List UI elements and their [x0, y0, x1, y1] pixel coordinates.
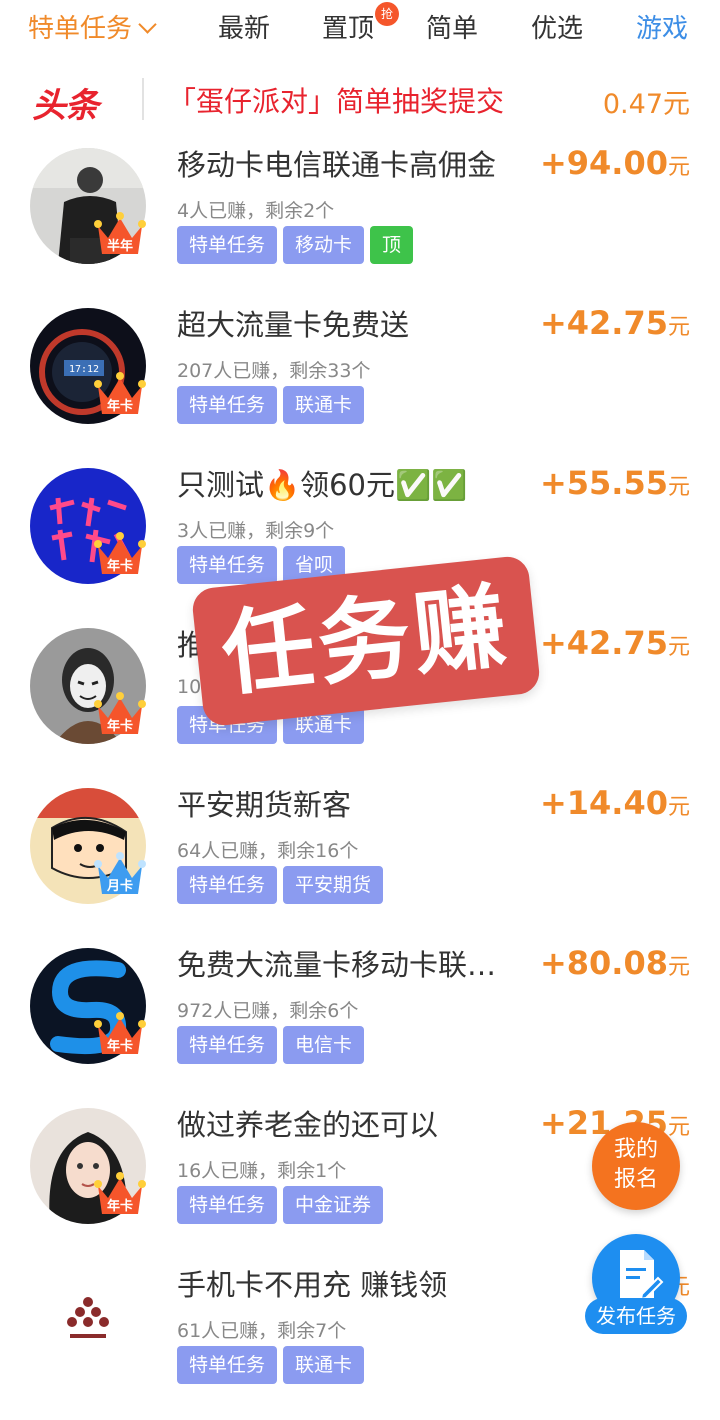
tab-simple[interactable]: 简单	[426, 8, 478, 45]
vip-crown-icon: 年卡	[94, 1012, 146, 1054]
top-tag: 顶	[370, 226, 414, 264]
reward-amount: +55.55	[539, 464, 668, 502]
task-meta: 10	[177, 676, 202, 698]
reward-unit: 元	[667, 635, 690, 660]
reward-amount: +42.75	[539, 624, 668, 662]
tag: 特单任务	[177, 1026, 278, 1064]
reward-unit: 元	[667, 955, 690, 980]
vip-badge-text: 年卡	[107, 718, 133, 734]
chevron-down-icon	[138, 15, 157, 34]
headline-banner[interactable]: 头条 「蛋仔派对」简单抽奖提交 0.47元	[0, 70, 720, 130]
vip-crown-icon: 月卡	[94, 852, 146, 894]
my-signups-button[interactable]: 我的 报名	[592, 1122, 680, 1210]
task-meta: 61人已赚，剩余7个	[177, 1320, 347, 1342]
task-title: 免费大流量卡移动卡联…	[177, 948, 497, 982]
reward-amount: +42.75	[539, 304, 668, 342]
my-signups-label-2: 报名	[613, 1167, 658, 1192]
task-reward: +80.08元	[540, 944, 690, 982]
task-reward: +42.75元	[540, 304, 690, 342]
reward-unit: 元	[667, 315, 690, 340]
tag-list: 特单任务 联通卡	[177, 1346, 370, 1384]
tab-games[interactable]: 游戏	[636, 8, 688, 45]
vip-crown-icon: 年卡	[94, 532, 146, 574]
tag: 特单任务	[177, 1186, 278, 1224]
headline-text: 「蛋仔派对」简单抽奖提交	[168, 85, 505, 118]
vip-badge-text: 年卡	[107, 1038, 133, 1054]
reward-unit: 元	[667, 155, 690, 180]
task-meta: 64人已赚，剩余16个	[177, 840, 359, 862]
task-reward: +94.00元	[540, 144, 690, 182]
vip-badge-text: 半年	[107, 238, 133, 254]
reward-unit: 元	[667, 795, 690, 820]
my-signups-label-1: 我的	[613, 1137, 658, 1162]
avatar	[30, 1268, 146, 1384]
publish-task-label[interactable]: 发布任务	[585, 1298, 687, 1334]
task-item[interactable]: 月卡 平安期货新客 64人已赚，剩余16个 特单任务 平安期货 +14.40元	[0, 780, 720, 940]
task-meta: 972人已赚，剩余6个	[177, 1000, 359, 1022]
tag: 特单任务	[177, 546, 278, 584]
tab-latest[interactable]: 最新	[218, 8, 270, 45]
pinned-badge: 抢	[375, 2, 399, 26]
tag: 中金证券	[283, 1186, 384, 1224]
tag: 移动卡	[283, 226, 365, 264]
task-title: 做过养老金的还可以	[177, 1108, 439, 1142]
divider	[142, 78, 144, 120]
task-title: 手机卡不用充 赚钱领	[177, 1268, 448, 1302]
tag: 特单任务	[177, 866, 278, 904]
tab-selected[interactable]: 优选	[531, 8, 583, 45]
vip-crown-icon: 半年	[94, 212, 146, 254]
task-item[interactable]: 半年 移动卡电信联通卡高佣金 4人已赚，剩余2个 特单任务 移动卡顶 +94.00…	[0, 140, 720, 300]
vip-badge-text: 年卡	[107, 398, 133, 414]
tag: 特单任务	[177, 226, 278, 264]
headline-price: 0.47元	[602, 89, 690, 120]
tag-list: 特单任务 中金证券	[177, 1186, 389, 1224]
reward-amount: +80.08	[539, 944, 668, 982]
reward-unit: 元	[667, 475, 690, 500]
task-item[interactable]: 17:12 年卡 超大流量卡免费送 207人已赚，剩余33个 特单任务 联通卡 +…	[0, 300, 720, 460]
category-tabs: 特单任务 最新 置顶 抢 简单 优选 游戏	[0, 0, 720, 56]
tag: 联通卡	[283, 386, 365, 424]
headline-logo: 头条	[32, 86, 99, 126]
tag-list: 特单任务 平安期货	[177, 866, 389, 904]
tab-label: 特单任务	[28, 14, 133, 44]
task-title: 只测试🔥领60元✅✅	[177, 468, 468, 502]
reward-amount: +14.40	[539, 784, 668, 822]
tab-special-tasks[interactable]: 特单任务	[28, 8, 157, 45]
task-reward: +14.40元	[540, 784, 690, 822]
reward-amount: +94.00	[539, 144, 668, 182]
vip-crown-icon: 年卡	[94, 692, 146, 734]
tag-list: 特单任务 移动卡顶	[177, 226, 419, 264]
tab-pinned[interactable]: 置顶	[322, 8, 374, 45]
task-meta: 16人已赚，剩余1个	[177, 1160, 347, 1182]
tag: 平安期货	[283, 866, 384, 904]
tag: 特单任务	[177, 386, 278, 424]
task-meta: 3人已赚，剩余9个	[177, 520, 335, 542]
tag: 联通卡	[283, 1346, 365, 1384]
vip-badge-text: 年卡	[107, 558, 133, 574]
task-meta: 207人已赚，剩余33个	[177, 360, 371, 382]
vip-badge-text: 月卡	[106, 878, 133, 894]
tag-list: 特单任务 电信卡	[177, 1026, 370, 1064]
task-meta: 4人已赚，剩余2个	[177, 200, 335, 222]
task-reward: +55.55元	[540, 464, 690, 502]
vip-crown-icon: 年卡	[94, 372, 146, 414]
tag: 电信卡	[283, 1026, 365, 1064]
tag-list: 特单任务 联通卡	[177, 386, 370, 424]
tag: 特单任务	[177, 1346, 278, 1384]
task-title: 超大流量卡免费送	[177, 308, 410, 342]
vip-crown-icon: 年卡	[94, 1172, 146, 1214]
vip-badge-text: 年卡	[107, 1198, 133, 1214]
task-title: 平安期货新客	[177, 788, 352, 822]
task-title: 移动卡电信联通卡高佣金	[177, 148, 497, 182]
task-reward: +42.75元	[540, 624, 690, 662]
task-item[interactable]: 年卡 免费大流量卡移动卡联… 972人已赚，剩余6个 特单任务 电信卡 +80.0…	[0, 940, 720, 1100]
